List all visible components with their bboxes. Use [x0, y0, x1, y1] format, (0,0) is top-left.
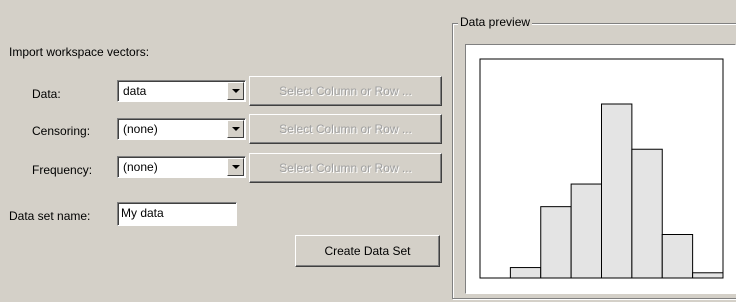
histogram-bar-4	[570, 183, 602, 279]
censoring-combo-value: (none)	[123, 122, 158, 136]
histogram-chart	[479, 58, 724, 279]
chevron-down-icon[interactable]	[227, 158, 244, 176]
dataset-name-input[interactable]: My data	[117, 202, 237, 226]
create-dataset-button[interactable]: Create Data Set	[295, 235, 440, 267]
dataset-name-value: My data	[121, 206, 164, 220]
data-preview-title: Data preview	[458, 15, 533, 29]
histogram-bar-8	[692, 272, 724, 279]
censoring-label: Censoring:	[32, 124, 91, 138]
censoring-combo[interactable]: (none)	[117, 118, 246, 140]
histogram-bar-7	[661, 234, 694, 279]
data-combo-value: data	[123, 84, 147, 98]
histogram-bar-6	[631, 148, 663, 279]
select-frequency-column-button[interactable]: Select Column or Row ...	[249, 153, 442, 183]
frequency-combo[interactable]: (none)	[117, 156, 246, 178]
dataset-name-label: Data set name:	[9, 209, 91, 223]
histogram-bar-5	[601, 103, 633, 279]
chevron-down-icon[interactable]	[227, 82, 244, 100]
frequency-label: Frequency:	[32, 163, 93, 177]
chevron-down-icon[interactable]	[227, 120, 244, 138]
frequency-combo-value: (none)	[123, 160, 158, 174]
histogram-bar-2	[509, 267, 542, 279]
histogram-bar-3	[540, 206, 572, 279]
data-combo[interactable]: data	[117, 80, 246, 102]
select-data-column-button[interactable]: Select Column or Row ...	[249, 76, 442, 106]
select-censoring-column-button[interactable]: Select Column or Row ...	[249, 114, 442, 144]
data-label: Data:	[32, 87, 61, 101]
import-heading: Import workspace vectors:	[9, 45, 150, 59]
data-preview-panel	[465, 44, 736, 294]
